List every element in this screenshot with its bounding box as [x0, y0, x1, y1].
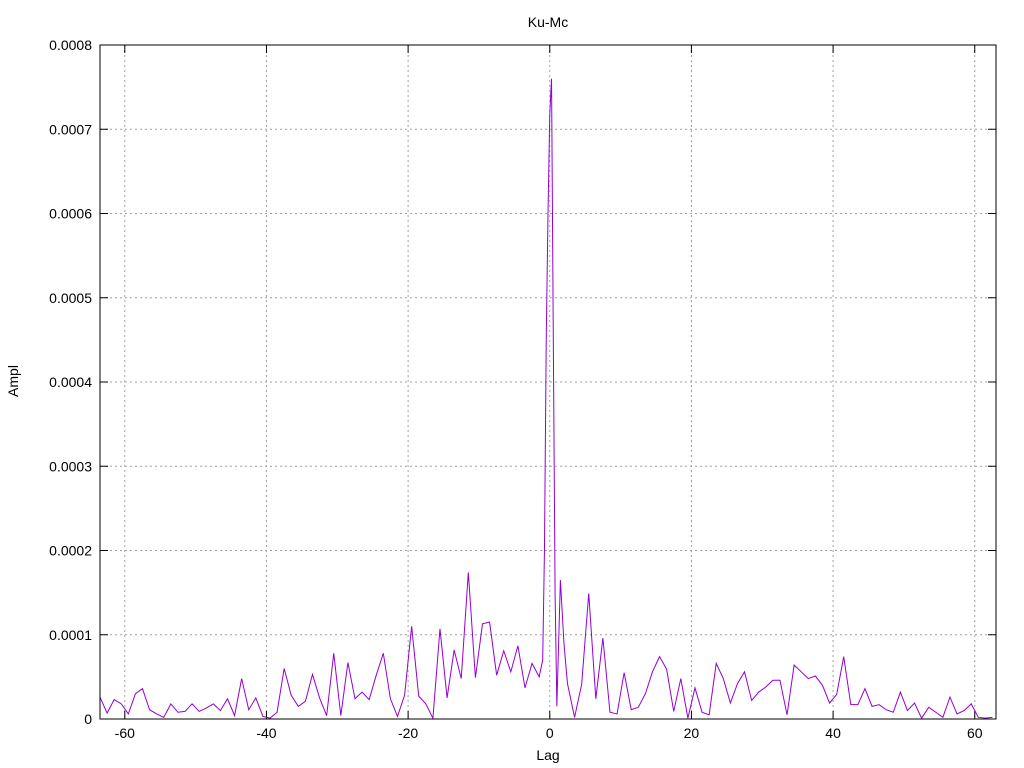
x-axis-label: Lag [536, 747, 559, 763]
x-tick-label: -20 [398, 725, 418, 741]
y-tick-label: 0.0005 [49, 290, 92, 306]
y-tick-label: 0.0008 [49, 37, 92, 53]
chart-title: Ku-Mc [528, 14, 568, 30]
chart-background [0, 0, 1024, 768]
y-tick-label: 0.0003 [49, 458, 92, 474]
x-tick-label: -40 [256, 725, 276, 741]
y-tick-label: 0.0007 [49, 121, 92, 137]
y-tick-label: 0.0002 [49, 543, 92, 559]
y-tick-label: 0.0006 [49, 206, 92, 222]
x-tick-label: -60 [115, 725, 135, 741]
y-axis-label: Ampl [5, 365, 21, 397]
y-tick-label: 0 [84, 711, 92, 727]
x-tick-label: 60 [967, 725, 983, 741]
chart: -60 -40 -20 0 20 40 60 0 0.0001 0.0002 0.0003 0.000… [0, 0, 1024, 768]
y-tick-label: 0.0004 [49, 374, 92, 390]
x-tick-label: 40 [825, 725, 841, 741]
x-tick-label: 0 [546, 725, 554, 741]
y-tick-label: 0.0001 [49, 627, 92, 643]
x-tick-label: 20 [684, 725, 700, 741]
